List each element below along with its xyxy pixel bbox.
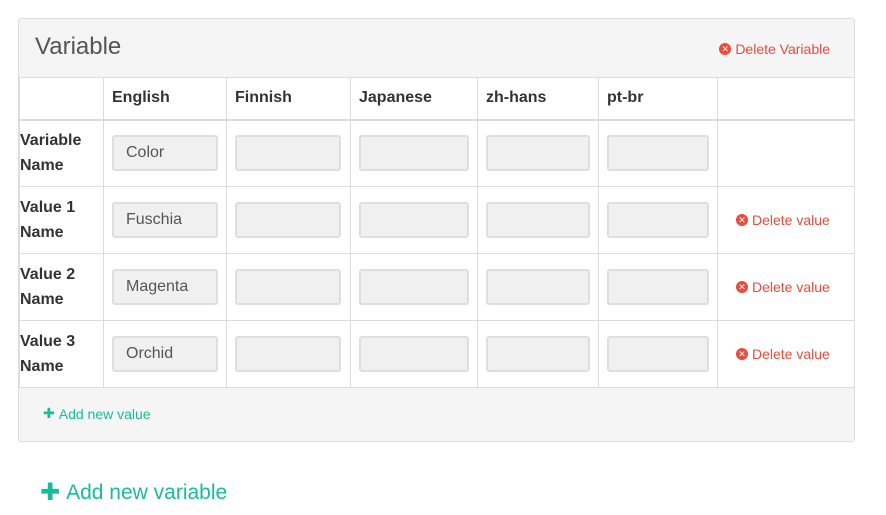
japanese-field[interactable] — [359, 202, 469, 238]
times-circle-icon: ✕ — [736, 348, 748, 360]
english-field[interactable]: Fuschia — [112, 202, 218, 238]
delete-value-label: Delete value — [752, 346, 830, 362]
delete-variable-label: Delete Variable — [735, 41, 830, 57]
finnish-field[interactable] — [235, 202, 341, 238]
column-header — [19, 77, 104, 121]
translations-table: English Finnish Japanese zh-hans pt-br V… — [19, 77, 854, 388]
delete-value-button[interactable]: ✕ Delete value — [718, 346, 854, 362]
panel-footer: ✚ Add new value — [19, 389, 854, 441]
actions-cell: ✕ Delete value — [717, 186, 854, 254]
delete-value-label: Delete value — [752, 212, 830, 228]
plus-icon: ✚ — [43, 405, 55, 421]
finnish-field[interactable] — [235, 269, 341, 305]
finnish-field[interactable] — [235, 336, 341, 372]
add-value-label: Add new value — [58, 405, 151, 422]
table-header-row: English Finnish Japanese zh-hans pt-br — [19, 77, 854, 121]
delete-value-button[interactable]: ✕ Delete value — [718, 212, 854, 228]
table-row: Value 3 Name Orchid ✕ Delete value — [19, 320, 854, 388]
table-row: Value 2 Name Magenta ✕ Delete value — [19, 253, 854, 321]
english-field[interactable]: Color — [112, 135, 218, 172]
add-variable-label: Add new variable — [66, 480, 228, 504]
times-circle-icon: ✕ — [719, 43, 732, 55]
actions-cell: ✕ Delete value — [717, 320, 854, 388]
actions-cell — [717, 119, 854, 187]
column-header-japanese: Japanese — [350, 77, 478, 121]
delete-value-button[interactable]: ✕ Delete value — [718, 279, 854, 295]
row-label: Value 3 Name — [19, 320, 104, 388]
times-circle-icon: ✕ — [736, 281, 748, 293]
add-variable-button[interactable]: ✚ Add new variable — [40, 478, 227, 507]
row-label: Value 1 Name — [19, 186, 104, 254]
delete-value-label: Delete value — [752, 279, 830, 295]
japanese-field[interactable] — [359, 269, 469, 305]
pt-br-field[interactable] — [607, 269, 709, 305]
zh-hans-field[interactable] — [486, 336, 590, 372]
column-header-zh-hans: zh-hans — [477, 77, 599, 121]
column-header-pt-br: pt-br — [598, 77, 718, 121]
table-row: Variable Name Color — [19, 119, 854, 187]
times-circle-icon: ✕ — [736, 214, 748, 226]
japanese-field[interactable] — [359, 135, 469, 172]
pt-br-field[interactable] — [607, 135, 709, 172]
panel-title: Variable — [35, 33, 122, 60]
english-field[interactable]: Magenta — [112, 269, 218, 305]
row-label: Variable Name — [19, 119, 104, 187]
variable-panel: Variable ✕ Delete Variable English Finni… — [18, 18, 855, 442]
zh-hans-field[interactable] — [486, 135, 590, 172]
column-header-finnish: Finnish — [226, 77, 351, 121]
column-header-english: English — [103, 77, 227, 121]
actions-cell: ✕ Delete value — [717, 253, 854, 321]
pt-br-field[interactable] — [607, 202, 709, 238]
zh-hans-field[interactable] — [486, 269, 590, 305]
row-label: Value 2 Name — [19, 253, 104, 321]
finnish-field[interactable] — [235, 135, 341, 172]
panel-heading: Variable ✕ Delete Variable — [19, 19, 854, 77]
plus-icon: ✚ — [40, 479, 61, 506]
add-value-button[interactable]: ✚ Add new value — [43, 405, 151, 422]
zh-hans-field[interactable] — [486, 202, 590, 238]
japanese-field[interactable] — [359, 336, 469, 372]
delete-variable-button[interactable]: ✕ Delete Variable — [719, 41, 830, 57]
column-header-actions — [717, 77, 854, 121]
pt-br-field[interactable] — [607, 336, 709, 372]
table-row: Value 1 Name Fuschia ✕ Delete value — [19, 186, 854, 254]
english-field[interactable]: Orchid — [112, 336, 218, 372]
